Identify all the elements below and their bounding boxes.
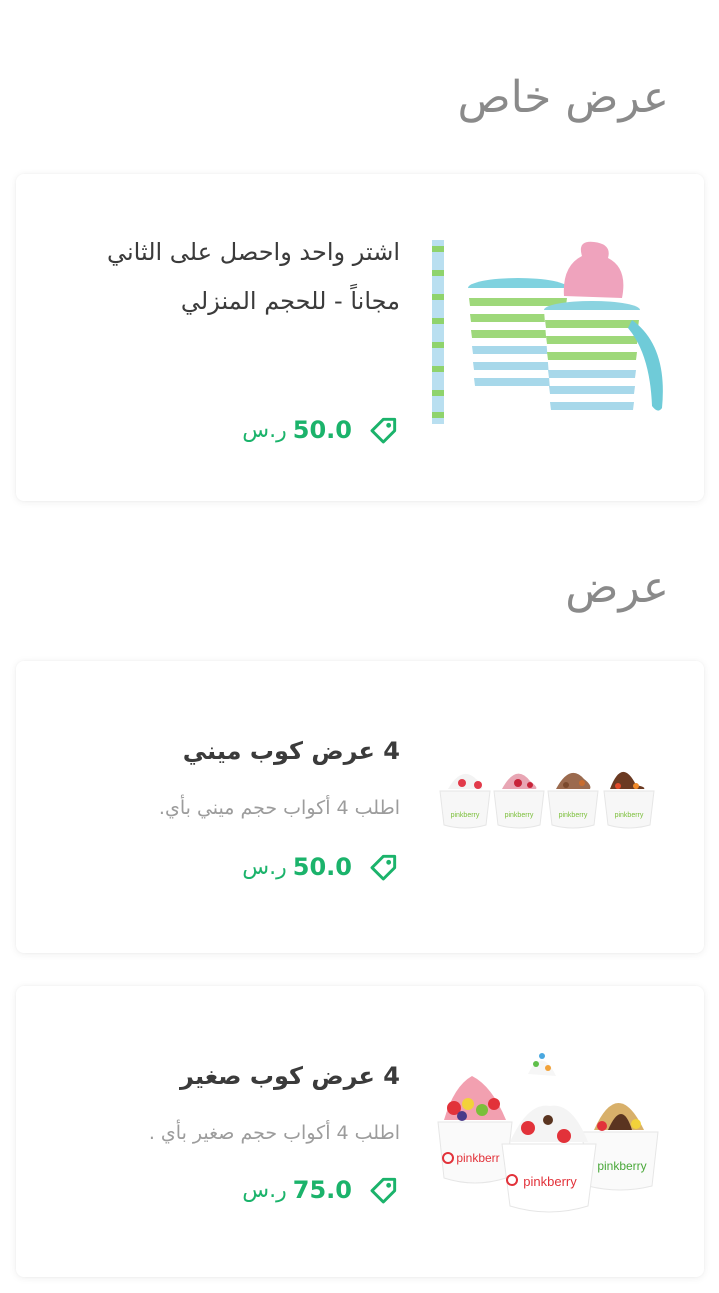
offers-page: عرض خاص اشتر واحد واحصل على الثاني مجانا… (0, 0, 719, 1293)
svg-text:pinkberry: pinkberry (505, 812, 534, 819)
price-amount: 50.0 (292, 853, 352, 881)
offer-title: 4 عرض كوب صغير (180, 1062, 400, 1090)
mini-cups-image: pinkberry pinkberry pinkberry pinkberry (439, 771, 655, 829)
svg-text:pinkberry: pinkberry (615, 812, 644, 819)
price-amount: 75.0 (292, 1176, 352, 1204)
price-tag-icon (370, 1177, 397, 1204)
price-amount: 50.0 (292, 416, 352, 444)
offer-price: 50.0 ر.س (242, 414, 400, 446)
price-currency: ر.س (242, 854, 287, 880)
offer-description: اطلب 4 أكواب حجم ميني بأي. (158, 797, 400, 819)
small-cups-image: pinkberr pinkberry pinkberry (437, 1053, 659, 1213)
offers-heading: عرض (565, 562, 669, 613)
home-size-tubs-image (432, 240, 663, 424)
svg-text:pinkberry: pinkberry (523, 1174, 577, 1189)
price-currency: ر.س (242, 417, 287, 443)
offer-title: 4 عرض كوب ميني (182, 737, 400, 765)
special-offer-heading: عرض خاص (457, 72, 669, 123)
offer-price: 50.0 ر.س (242, 851, 400, 883)
pinkberry-label: pinkberry (451, 812, 480, 819)
price-tag-icon (370, 417, 397, 444)
price-tag-icon (370, 854, 397, 881)
offer-price: 75.0 ر.س (242, 1174, 400, 1206)
offer-description: اطلب 4 أكواب حجم صغير بأي . (148, 1122, 400, 1144)
offer-title: اشتر واحد واحصل على الثاني مجاناً - للحج… (106, 238, 400, 315)
svg-text:pinkberr: pinkberr (456, 1151, 499, 1165)
offer-card-small-cups[interactable]: pinkberr pinkberry pinkberry 4 عرض كوب ص… (16, 986, 704, 1277)
svg-text:pinkberry: pinkberry (597, 1159, 646, 1173)
price-currency: ر.س (242, 1177, 287, 1203)
svg-text:pinkberry: pinkberry (559, 812, 588, 819)
offer-card-home-size[interactable]: اشتر واحد واحصل على الثاني مجاناً - للحج… (16, 174, 704, 501)
offer-card-mini-cups[interactable]: pinkberry pinkberry pinkberry pinkberry (16, 661, 704, 953)
